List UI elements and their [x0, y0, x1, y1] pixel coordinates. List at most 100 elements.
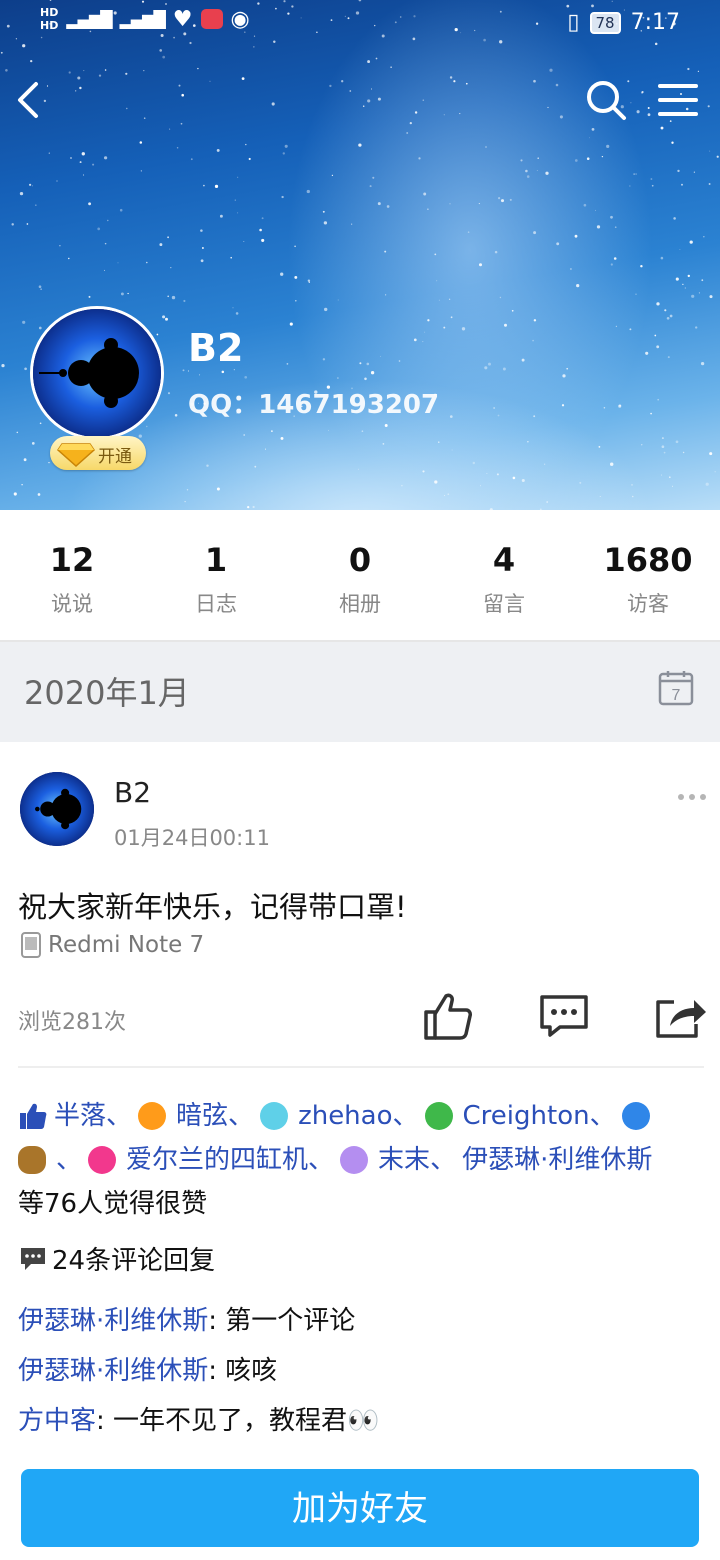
star [687, 67, 690, 71]
star [359, 362, 362, 365]
liker-name[interactable]: 伊瑟琳·利维休斯 [462, 1138, 652, 1182]
share-button[interactable] [652, 992, 708, 1040]
likes-line: 、 爱尔兰的四缸机 、 末末 、 伊瑟琳·利维休斯 [18, 1138, 708, 1182]
star [232, 307, 234, 309]
vip-open-badge[interactable]: 开通 [50, 436, 146, 470]
liker-separator: 、 [430, 1145, 457, 1175]
profile-avatar[interactable] [30, 306, 164, 440]
stat-messages[interactable]: 4 留言 [432, 510, 576, 640]
star [125, 72, 128, 75]
thumbs-up-icon [20, 1103, 47, 1129]
star [691, 294, 695, 298]
star [241, 77, 245, 80]
liker-name[interactable]: 爱尔兰的四缸机 [126, 1138, 308, 1182]
menu-icon [658, 84, 698, 116]
star [615, 325, 618, 328]
star [707, 105, 710, 108]
star [511, 309, 514, 312]
star [698, 292, 700, 294]
star [651, 184, 654, 187]
search-button[interactable] [584, 78, 628, 122]
star [206, 464, 209, 467]
battery-indicator: 78 [589, 11, 621, 34]
fish-icon [340, 1146, 369, 1174]
add-friend-button[interactable]: 加为好友 [21, 1469, 699, 1547]
star [371, 88, 372, 90]
star [139, 141, 143, 144]
likes-summary[interactable]: 等76人觉得很赞 [18, 1182, 207, 1226]
star [459, 113, 461, 115]
star [520, 159, 523, 162]
star [654, 334, 657, 337]
profile-nickname: B2 [188, 326, 244, 370]
comment-button[interactable] [538, 993, 590, 1039]
star [681, 183, 683, 186]
star [478, 263, 483, 267]
star [610, 462, 614, 466]
star [583, 203, 587, 207]
calendar-button[interactable]: 7 [658, 670, 694, 710]
stat-visitors[interactable]: 1680 访客 [576, 510, 720, 640]
star [351, 223, 353, 225]
star [714, 471, 716, 473]
stat-value: 12 [49, 541, 95, 579]
star [409, 121, 412, 125]
liker-name[interactable]: 末末 [378, 1138, 430, 1182]
star [664, 309, 667, 312]
liker-name[interactable]: 半落 [54, 1094, 106, 1138]
star [377, 97, 381, 101]
stat-blog[interactable]: 1 日志 [144, 510, 288, 640]
comment-item[interactable]: 伊瑟琳·利维休斯: 咳咳 [18, 1350, 277, 1387]
liker-name[interactable]: Creighton [463, 1094, 590, 1138]
star [671, 141, 674, 144]
comment-author[interactable]: 伊瑟琳·利维休斯 [18, 1306, 208, 1336]
comment-author[interactable]: 方中客 [18, 1406, 96, 1436]
stat-album[interactable]: 0 相册 [288, 510, 432, 640]
star [618, 404, 622, 407]
star [496, 473, 499, 476]
post-device: Redmi Note 7 [20, 932, 204, 958]
comment-author[interactable]: 伊瑟琳·利维休斯 [18, 1356, 208, 1386]
liker-name[interactable]: 暗弦 [176, 1094, 228, 1138]
star [30, 59, 33, 63]
back-button[interactable] [14, 78, 50, 122]
liker-name[interactable]: zhehao [298, 1094, 392, 1138]
stat-label: 访客 [627, 592, 669, 616]
star [650, 412, 652, 415]
star [16, 431, 19, 434]
star [200, 259, 204, 263]
stat-label: 相册 [339, 592, 381, 616]
star [533, 231, 537, 235]
post-author-name[interactable]: B2 [114, 776, 151, 809]
comment-bubble-icon [21, 1247, 45, 1270]
star [31, 442, 35, 445]
star [657, 398, 660, 401]
star [181, 93, 184, 97]
comments-count[interactable]: 24条评论回复 [20, 1240, 215, 1277]
star [35, 204, 37, 206]
owl-avatar-icon[interactable] [18, 1146, 46, 1174]
view-count: 浏览281次 [18, 1010, 126, 1035]
star [422, 470, 425, 473]
star [186, 489, 189, 491]
star [107, 219, 109, 222]
star [566, 367, 569, 370]
device-name: Redmi Note 7 [48, 932, 205, 958]
star [261, 217, 264, 220]
stat-shuoshuo[interactable]: 12 说说 [0, 510, 144, 640]
star [629, 328, 632, 331]
arrow-avatar-icon[interactable] [621, 1102, 650, 1130]
menu-button[interactable] [658, 80, 698, 120]
comment-item[interactable]: 方中客: 一年不见了，教程君👀 [18, 1400, 379, 1437]
post-more-button[interactable] [676, 785, 708, 809]
vip-badge-label: 开通 [98, 447, 132, 467]
star [331, 174, 334, 177]
comment-item[interactable]: 伊瑟琳·利维休斯: 第一个评论 [18, 1300, 355, 1337]
star [709, 150, 711, 152]
month-label: 2020年1月 [24, 674, 190, 712]
star [526, 175, 530, 178]
like-button[interactable] [422, 990, 474, 1042]
star [406, 132, 409, 134]
post-author-avatar[interactable] [20, 772, 94, 846]
star [70, 157, 72, 159]
